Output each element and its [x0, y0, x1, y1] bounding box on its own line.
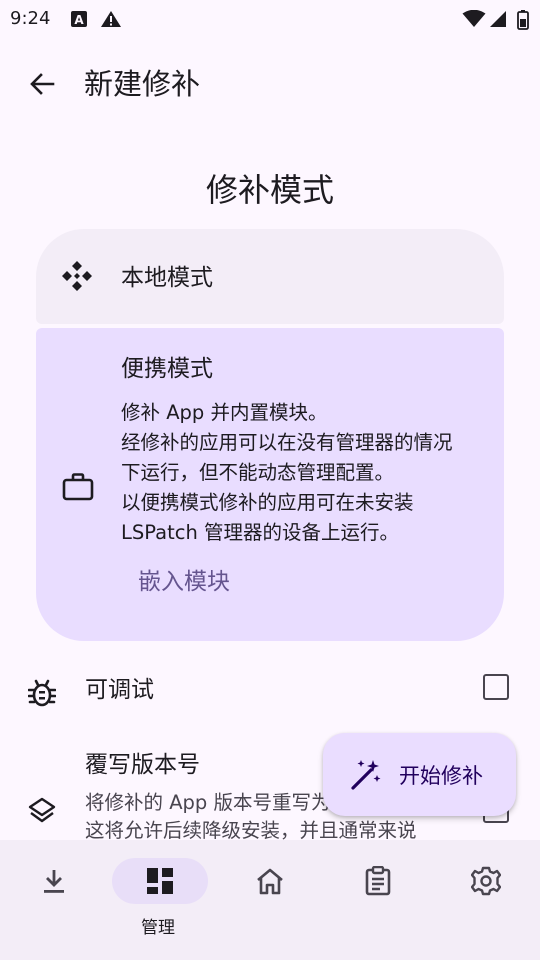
mode-card-portable[interactable]: 便携模式 修补 App 并内置模块。 经修补的应用可以在没有管理器的情况 下运行… [36, 328, 504, 641]
nav-item-manage[interactable]: 管理 [108, 840, 216, 960]
briefcase-icon [62, 472, 94, 506]
back-button[interactable] [20, 64, 64, 104]
nav-manage-label: 管理 [141, 918, 175, 938]
clipboard-icon [346, 858, 410, 904]
arrow-back-icon [30, 73, 55, 95]
section-title: 修补模式 [205, 171, 334, 209]
bottom-navigation: 管理 [0, 840, 540, 960]
layers-icon [28, 796, 56, 828]
page-title: 新建修补 [84, 67, 201, 101]
option-override-version-label: 覆写版本号 [85, 752, 200, 778]
home-icon [238, 858, 302, 904]
nav-item-settings[interactable] [432, 840, 540, 960]
description-line: 经修补的应用可以在没有管理器的情况 [121, 431, 453, 454]
cell-signal-icon [488, 10, 508, 32]
wifi-icon [462, 9, 486, 32]
description-line: 下运行，但不能动态管理配置。 [121, 461, 395, 484]
debuggable-checkbox[interactable] [483, 674, 509, 700]
description-line: LSPatch 管理器的设备上运行。 [121, 521, 399, 544]
svg-text:A: A [74, 13, 84, 27]
nav-item-download[interactable] [0, 840, 108, 960]
download-icon [22, 858, 86, 904]
mode-portable-description: 修补 App 并内置模块。 经修补的应用可以在没有管理器的情况 下运行，但不能动… [121, 398, 491, 548]
warning-icon [100, 10, 122, 32]
bug-icon [27, 678, 57, 712]
start-patch-label: 开始修补 [399, 763, 483, 788]
diamond-dots-icon [60, 259, 94, 297]
description-line: 以便携模式修补的应用可在未安装 [121, 491, 414, 514]
battery-icon [517, 10, 529, 34]
gear-icon [454, 858, 518, 904]
start-patch-fab[interactable]: 开始修补 [323, 733, 516, 816]
status-bar: 9:24 A [0, 0, 540, 36]
mode-card-local[interactable]: 本地模式 [36, 229, 504, 324]
option-debuggable-label: 可调试 [85, 677, 154, 703]
mode-portable-label: 便携模式 [121, 356, 213, 382]
keyboard-a-icon: A [70, 10, 88, 32]
status-time: 9:24 [10, 8, 51, 29]
mode-local-label: 本地模式 [121, 265, 213, 291]
dashboard-icon [112, 858, 208, 904]
magic-wand-icon [349, 758, 383, 792]
nav-item-home[interactable] [216, 840, 324, 960]
nav-item-logs[interactable] [324, 840, 432, 960]
description-line: 修补 App 并内置模块。 [121, 401, 328, 424]
embed-modules-button[interactable]: 嵌入模块 [138, 565, 230, 599]
